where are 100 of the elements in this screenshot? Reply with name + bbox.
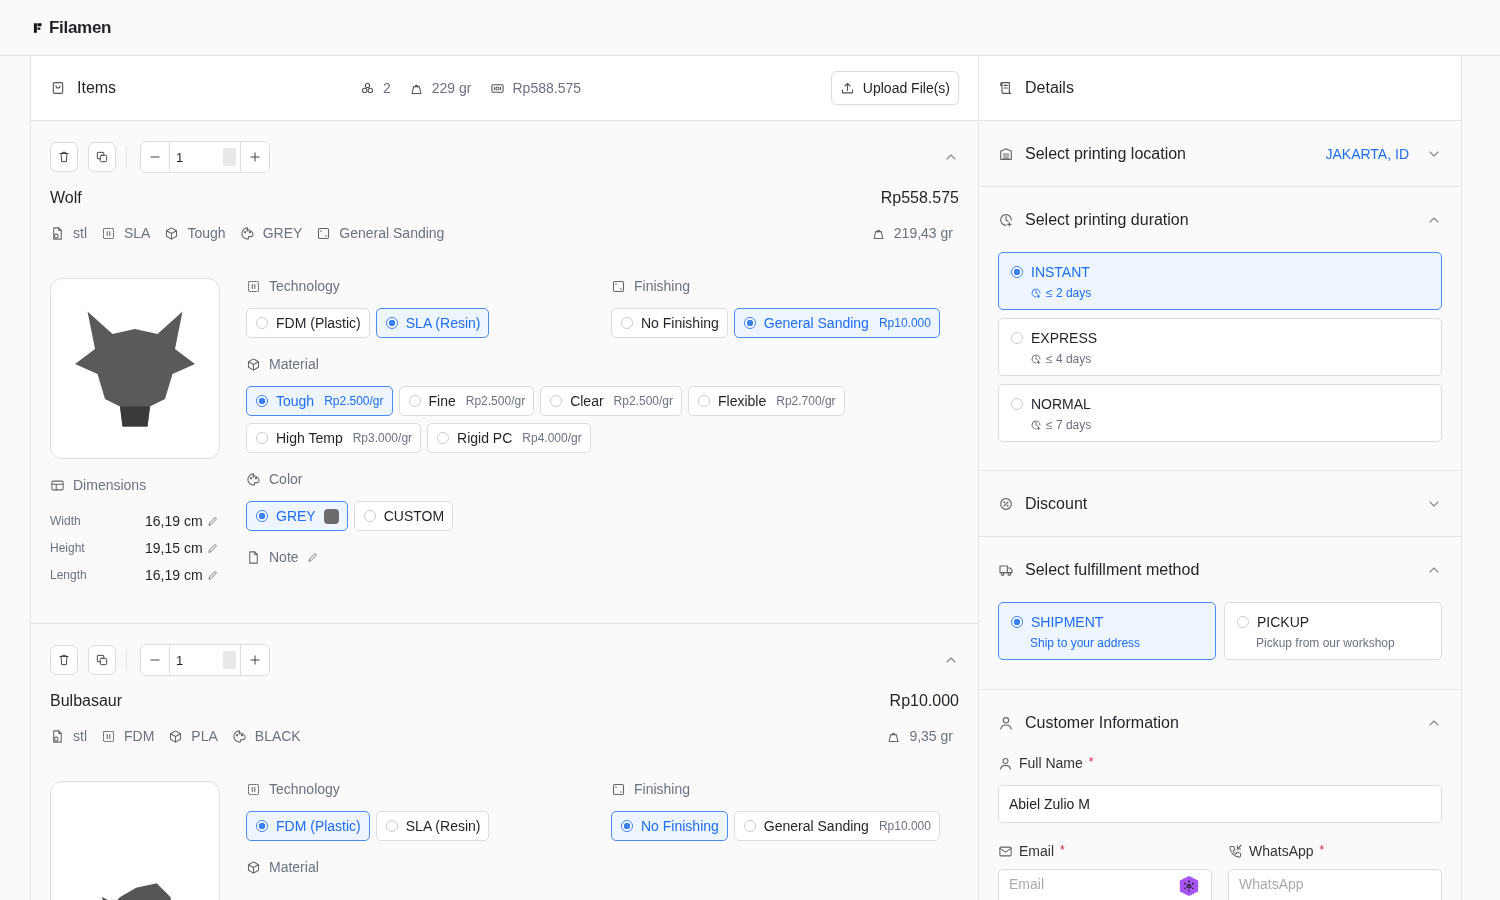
option-description: Pickup from our workshop xyxy=(1256,636,1395,650)
cubes-icon xyxy=(360,80,375,96)
item-weight: 219,43 gr xyxy=(893,225,953,241)
whatsapp-field[interactable]: WhatsApp xyxy=(1228,869,1442,900)
pencil-icon[interactable] xyxy=(207,568,219,581)
location-value[interactable]: JAKARTA, ID xyxy=(1325,145,1409,162)
copy-icon xyxy=(95,150,109,164)
pencil-icon[interactable] xyxy=(306,551,319,563)
duration-option[interactable]: INSTANT ≤ 2 days xyxy=(998,252,1442,310)
option-chip[interactable]: Flexible Rp2.700/gr xyxy=(688,386,845,416)
option-chip[interactable]: Fine Rp2.500/gr xyxy=(398,386,535,416)
option-chip[interactable]: No Finishing xyxy=(611,308,728,338)
dimension-label: Height xyxy=(50,540,86,555)
option-chip[interactable]: General Sanding Rp10.000 xyxy=(733,811,940,841)
spec-text: BLACK xyxy=(254,728,301,744)
option-chip[interactable]: Rigid PC Rp4.000/gr xyxy=(427,423,591,453)
duration-text: ≤ 4 days xyxy=(1046,352,1092,366)
square-icon xyxy=(611,278,626,294)
dimension-value: 16,19 cm xyxy=(145,512,204,529)
trash-icon xyxy=(57,653,71,667)
option-chip[interactable]: SLA (Resin) xyxy=(375,308,490,338)
phone-icon xyxy=(1228,843,1243,859)
section-label: Technology xyxy=(269,781,340,797)
option-chip[interactable]: Clear Rp2.500/gr xyxy=(540,386,682,416)
radio-icon xyxy=(698,395,710,407)
option-chip[interactable]: FDM (Plastic) xyxy=(246,811,370,841)
spec-text: Tough xyxy=(187,225,226,241)
receipt-icon xyxy=(998,80,1014,96)
radio-icon xyxy=(363,510,376,522)
palette-icon xyxy=(246,471,261,487)
dimension-value: 19,15 cm xyxy=(145,539,204,556)
radio-icon xyxy=(621,820,633,832)
logo-text: Filamen xyxy=(49,17,112,38)
item-count: 2 xyxy=(383,80,391,96)
pencil-icon[interactable] xyxy=(207,514,219,527)
dimension-label: Length xyxy=(50,567,88,582)
option-chip[interactable]: GREY xyxy=(246,501,348,531)
duration-text: ≤ 2 days xyxy=(1046,286,1092,300)
upload-button[interactable]: Upload File(s) xyxy=(830,71,959,105)
option-label: EXPRESS xyxy=(1031,330,1098,346)
total-price: Rp588.575 xyxy=(512,80,581,96)
option-chip[interactable]: General Sanding Rp10.000 xyxy=(733,308,940,338)
hexagon-icon[interactable] xyxy=(1178,875,1200,897)
chip-icon xyxy=(101,225,116,241)
spec-text: GREY xyxy=(262,225,303,241)
section-title: Select printing duration xyxy=(1025,210,1189,229)
required-mark: * xyxy=(1060,843,1065,857)
item-price: Rp558.575 xyxy=(880,189,959,207)
dimension-label: Width xyxy=(50,513,82,528)
name-field[interactable]: Abiel Zulio M xyxy=(998,785,1442,823)
section-title: Discount xyxy=(1025,494,1088,513)
fulfillment-option[interactable]: SHIPMENT Ship to your address xyxy=(998,602,1216,660)
total-weight: 229 gr xyxy=(431,80,472,96)
delete-button[interactable] xyxy=(50,142,78,172)
section-title: Select fulfillment method xyxy=(1025,560,1200,579)
radio-icon xyxy=(437,432,450,444)
section-label: Note xyxy=(269,549,299,565)
copy-icon xyxy=(95,653,109,667)
pencil-icon[interactable] xyxy=(207,541,219,554)
section-label: Material xyxy=(269,356,319,372)
duplicate-button[interactable] xyxy=(88,645,116,675)
spec-text: PLA xyxy=(191,728,218,744)
panel-title: Items xyxy=(77,79,117,97)
fulfillment-option[interactable]: PICKUP Pickup from our workshop xyxy=(1224,602,1442,660)
quantity-field[interactable]: 1 xyxy=(169,645,241,675)
mail-icon xyxy=(998,843,1013,859)
duration-option[interactable]: NORMAL ≤ 7 days xyxy=(998,384,1442,442)
option-chip[interactable]: Tough Rp2.500/gr xyxy=(246,386,393,416)
option-chip[interactable]: No Finishing xyxy=(611,811,728,841)
user-icon xyxy=(998,755,1013,771)
field-label: Email xyxy=(1019,843,1054,859)
duplicate-button[interactable] xyxy=(88,142,116,172)
option-label: SHIPMENT xyxy=(1031,614,1104,630)
duration-option[interactable]: EXPRESS ≤ 4 days xyxy=(998,318,1442,376)
quantity-field[interactable]: 1 xyxy=(169,142,241,172)
cube-icon xyxy=(246,356,261,372)
radio-icon xyxy=(1237,616,1249,628)
spec-text: SLA xyxy=(124,225,151,241)
radio-icon xyxy=(408,395,421,407)
plus-icon xyxy=(248,150,262,164)
spec-text: FDM xyxy=(124,728,155,744)
radio-icon xyxy=(1011,616,1023,628)
cube-icon xyxy=(246,859,261,875)
option-chip[interactable]: SLA (Resin) xyxy=(375,811,490,841)
section-label: Finishing xyxy=(634,781,691,797)
item-weight: 9,35 gr xyxy=(909,728,953,744)
delete-button[interactable] xyxy=(50,645,78,675)
radio-icon xyxy=(385,317,398,329)
field-label: WhatsApp xyxy=(1249,843,1314,859)
required-mark: * xyxy=(1319,843,1325,857)
email-field[interactable]: Email xyxy=(998,869,1212,900)
option-chip[interactable]: FDM (Plastic) xyxy=(246,308,370,338)
section-label: Material xyxy=(269,859,319,875)
option-chip[interactable]: High Temp Rp3.000/gr xyxy=(246,423,422,453)
trash-icon xyxy=(57,150,71,164)
cube-icon xyxy=(168,728,184,744)
building-icon xyxy=(998,145,1014,162)
clock-icon xyxy=(998,211,1014,228)
document-icon xyxy=(246,549,261,565)
option-chip[interactable]: CUSTOM xyxy=(353,501,454,531)
